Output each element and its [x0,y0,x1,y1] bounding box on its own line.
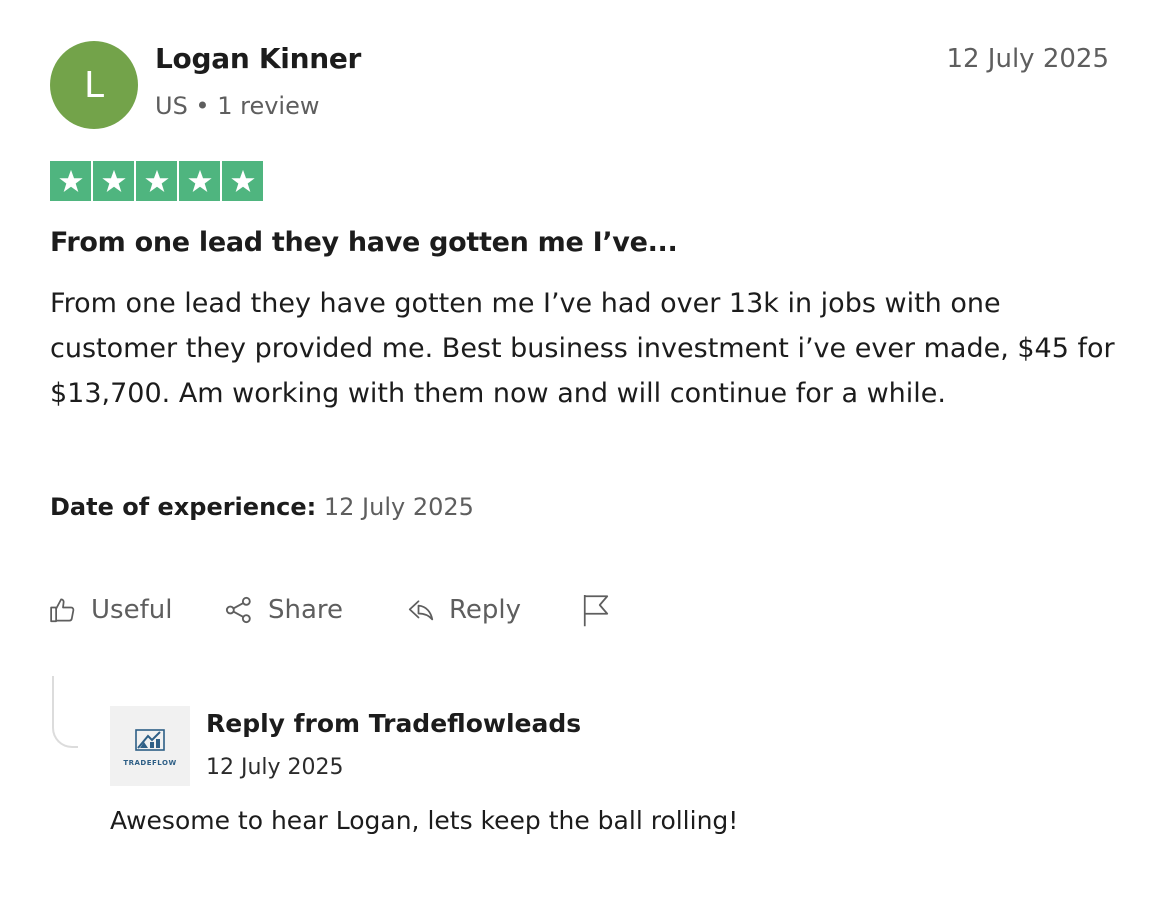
reply-date: 12 July 2025 [206,755,344,780]
reply-thread-connector [52,676,78,748]
review-card: L Logan Kinner US • 1 review 12 July 202… [0,0,1168,898]
avatar[interactable]: L [50,41,138,129]
experience-label: Date of experience: [50,493,317,521]
company-logo: TRADEFLOW [110,706,190,786]
useful-label: Useful [91,595,173,625]
tradeflow-logo [135,728,165,751]
review-actions: Useful Share Reply [48,588,648,632]
reply-label: Reply [449,595,522,625]
report-button[interactable] [581,588,611,632]
avatar-initial: L [83,64,105,106]
date-of-experience: Date of experience: 12 July 2025 [50,493,474,521]
star-icon [93,161,134,201]
reply-arrow-icon [408,600,434,621]
star-icon [50,161,91,201]
share-icon [225,596,251,624]
reviewer-meta: US • 1 review [155,92,320,120]
review-date: 12 July 2025 [946,44,1109,74]
reply-button[interactable]: Reply [406,588,521,632]
experience-date: 12 July 2025 [323,493,474,521]
useful-button[interactable]: Useful [48,588,172,632]
reply-body: Awesome to hear Logan, lets keep the bal… [110,806,739,835]
reviewer-name[interactable]: Logan Kinner [155,42,361,75]
review-title[interactable]: From one lead they have gotten me I’ve..… [50,227,678,258]
flag-icon [583,595,609,627]
thumbs-up-icon [50,598,75,623]
share-label: Share [268,595,344,625]
star-rating [50,161,263,201]
logo-text: TRADEFLOW [123,758,177,767]
review-body: From one lead they have gotten me I’ve h… [50,288,1115,409]
share-button[interactable]: Share [223,588,343,632]
reply-title: Reply from Tradeflowleads [206,709,582,738]
star-icon [136,161,177,201]
star-icon [222,161,263,201]
star-icon [179,161,220,201]
